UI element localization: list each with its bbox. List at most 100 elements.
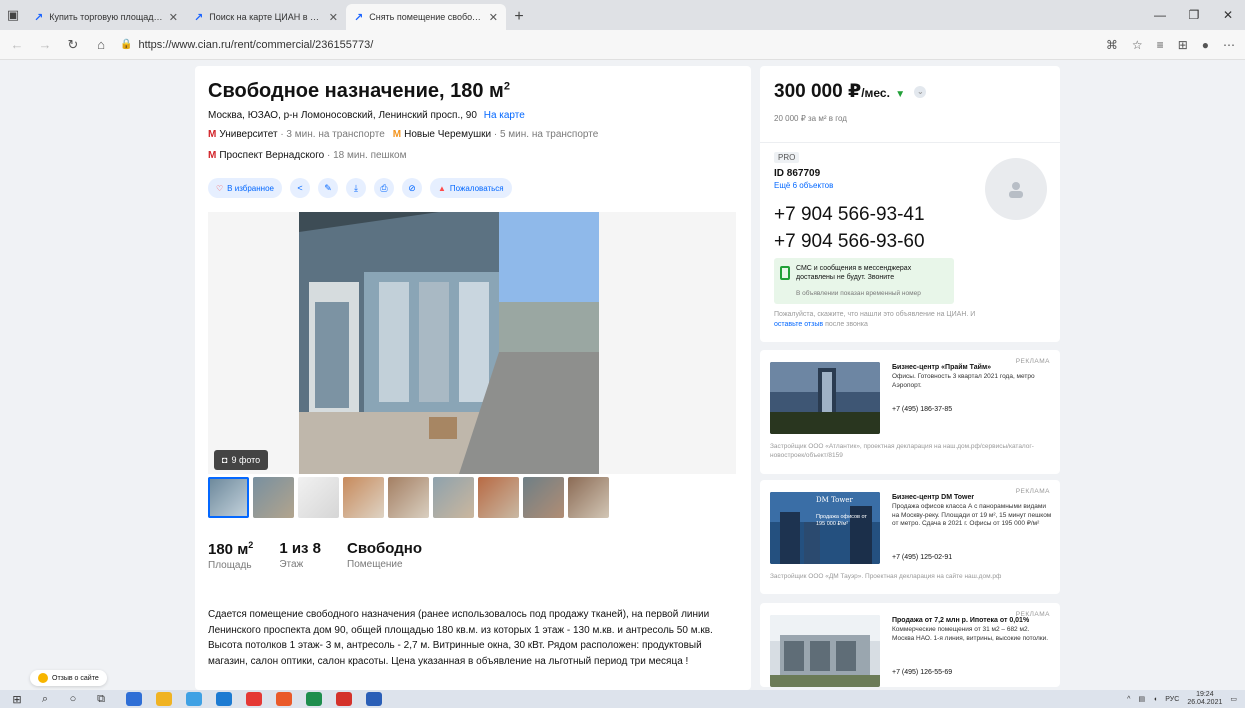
metro-item[interactable]: M Проспект Вернадского · 18 мин. пешком: [208, 150, 407, 161]
thumbnail[interactable]: [253, 477, 294, 518]
thumbnail[interactable]: [388, 477, 429, 518]
minimize-icon[interactable]: —: [1143, 0, 1177, 30]
cortana-icon[interactable]: ○: [62, 690, 84, 708]
map-link[interactable]: На карте: [484, 110, 525, 121]
browser-tab-1[interactable]: ↗ Купить торговую площадь по ✕: [26, 4, 186, 30]
photo-count-badge[interactable]: ◘ 9 фото: [214, 450, 269, 470]
lock-icon: 🔒: [120, 39, 133, 50]
search-icon[interactable]: ⌕: [34, 690, 56, 708]
favorites-list-icon[interactable]: ≡: [1157, 38, 1164, 52]
ad-image[interactable]: DM Tower Продажа офисов от 195 000 ₽/м²: [770, 492, 880, 564]
metro-item[interactable]: M Университет · 3 мин. на транспорте: [208, 129, 385, 140]
tab-title: Снять помещение свободного: [369, 12, 483, 22]
chevron-up-icon[interactable]: ^: [1127, 696, 1130, 703]
print-button[interactable]: ⎙: [374, 178, 394, 198]
ad-card-1[interactable]: РЕКЛАМА Бизнес-центр «Прайм Тайм» Офисы.…: [760, 350, 1060, 474]
download-button[interactable]: ⤓: [346, 178, 366, 198]
photo-gallery[interactable]: ◘ 9 фото: [208, 212, 736, 474]
edge-icon[interactable]: [216, 692, 232, 706]
profile-icon[interactable]: ●: [1202, 38, 1209, 52]
close-tab-icon[interactable]: ✕: [329, 11, 338, 24]
ad-card-2[interactable]: РЕКЛАМА DM Tower Продажа офисов от 195 0…: [760, 480, 1060, 594]
ad-card-3[interactable]: РЕКЛАМА Продажа от 7,2 млн р. Ипотека от…: [760, 603, 1060, 687]
word-icon[interactable]: [366, 692, 382, 706]
thumbnail[interactable]: [433, 477, 474, 518]
tab-title: Поиск на карте ЦИАН в Моск: [209, 12, 323, 22]
new-tab-button[interactable]: +: [506, 4, 532, 30]
hide-button[interactable]: ⊘: [402, 178, 422, 198]
forward-icon[interactable]: →: [34, 37, 56, 52]
ad-phone[interactable]: +7 (495) 126-55-69: [892, 669, 952, 676]
ad-image[interactable]: [770, 615, 880, 687]
complain-button[interactable]: ▲ Пожаловаться: [430, 178, 512, 198]
reader-icon[interactable]: ⌘: [1106, 38, 1118, 52]
ad-phone[interactable]: +7 (495) 186-37-85: [892, 406, 952, 413]
browser-tab-2[interactable]: ↗ Поиск на карте ЦИАН в Моск ✕: [186, 4, 346, 30]
print-icon: ⎙: [380, 182, 388, 193]
thumbnail[interactable]: [568, 477, 609, 518]
thumbnail[interactable]: [208, 477, 249, 518]
app-icon[interactable]: [276, 692, 292, 706]
windows-taskbar: ⊞ ⌕ ○ ⧉ ^ ▤ ◖ РУС 19:24 26.04.2021 ▭: [0, 690, 1245, 708]
back-icon[interactable]: ←: [6, 37, 28, 52]
metro-row-1: M Университет · 3 мин. на транспорте M Нов…: [208, 129, 598, 140]
metro-item[interactable]: M Новые Черемушки · 5 мин. на транспорте: [393, 129, 599, 140]
ad-phone[interactable]: +7 (495) 125-02-91: [892, 554, 952, 561]
url-field[interactable]: 🔒 https://www.cian.ru/rent/commercial/23…: [120, 39, 373, 51]
sms-warning: СМС и сообщения в мессенджерах доставлен…: [774, 258, 954, 304]
leave-review-link[interactable]: оставьте отзыв: [774, 321, 823, 328]
phone-number-2[interactable]: +7 904 566-93-60: [774, 231, 925, 253]
favorite-button[interactable]: ♡ В избранное: [208, 178, 282, 198]
task-view-icon[interactable]: ⧉: [90, 690, 112, 708]
volume-icon[interactable]: ◖: [1153, 696, 1157, 703]
home-icon[interactable]: ⌂: [90, 37, 112, 52]
price-history-icon[interactable]: ⌄: [914, 85, 927, 98]
window-menu-icon[interactable]: ▣: [0, 0, 26, 30]
building-photo: [770, 362, 880, 434]
clock[interactable]: 19:24 26.04.2021: [1187, 691, 1222, 707]
excel-icon[interactable]: [306, 692, 322, 706]
listing-description: Сдается помещение свободного назначения …: [208, 609, 713, 667]
avatar[interactable]: [985, 158, 1047, 220]
thumbnail[interactable]: [478, 477, 519, 518]
site-feedback-button[interactable]: Отзыв о сайте: [30, 670, 107, 686]
listing-card: Свободное назначение, 180 м2 Москва, ЮЗА…: [195, 66, 751, 690]
pdf-icon[interactable]: [336, 692, 352, 706]
close-tab-icon[interactable]: ✕: [489, 11, 498, 24]
street-render: [770, 615, 880, 687]
app-icon[interactable]: [246, 692, 262, 706]
user-icon: [1009, 182, 1023, 198]
ad-image[interactable]: [770, 362, 880, 434]
close-window-icon[interactable]: ✕: [1211, 0, 1245, 30]
more-icon[interactable]: ⋯: [1223, 38, 1235, 52]
thumbnail[interactable]: [343, 477, 384, 518]
share-button[interactable]: <: [290, 178, 310, 198]
thumbnail[interactable]: [298, 477, 339, 518]
main-photo[interactable]: [299, 212, 599, 474]
app-icon[interactable]: [186, 692, 202, 706]
file-explorer-icon[interactable]: [156, 692, 172, 706]
agent-id[interactable]: ID 867709: [774, 168, 820, 179]
favorite-star-icon[interactable]: ☆: [1132, 38, 1143, 52]
url-prefix: https://: [138, 38, 172, 51]
start-icon[interactable]: ⊞: [6, 690, 28, 708]
price-per-sqm: 20 000 ₽ за м² в год: [774, 114, 847, 123]
browser-tab-3[interactable]: ↗ Снять помещение свободного ✕: [346, 4, 506, 30]
maximize-icon[interactable]: ❐: [1177, 0, 1211, 30]
ad-image-brand: DM Tower: [816, 496, 853, 504]
app-icon[interactable]: [126, 692, 142, 706]
language-indicator[interactable]: РУС: [1165, 696, 1179, 703]
notifications-icon[interactable]: ▭: [1230, 695, 1237, 703]
agent-more-link[interactable]: Ещё 6 объектов: [774, 181, 833, 190]
reload-icon[interactable]: ↻: [62, 37, 84, 53]
collections-icon[interactable]: ⊞: [1178, 38, 1188, 52]
close-tab-icon[interactable]: ✕: [169, 11, 178, 24]
network-icon[interactable]: ▤: [1138, 695, 1145, 703]
phone-number-1[interactable]: +7 904 566-93-41: [774, 204, 925, 226]
thumbnail[interactable]: [523, 477, 564, 518]
price-card: 300 000 ₽/мес. ▼ ⌄ 20 000 ₽ за м² в год …: [760, 66, 1060, 342]
ad-text: Продажа офисов класса А с панорамными ви…: [892, 503, 1052, 527]
ad-title: Бизнес-центр DM Tower: [892, 494, 975, 501]
warning-icon: ▲: [438, 183, 446, 193]
edit-button[interactable]: ✎: [318, 178, 338, 198]
